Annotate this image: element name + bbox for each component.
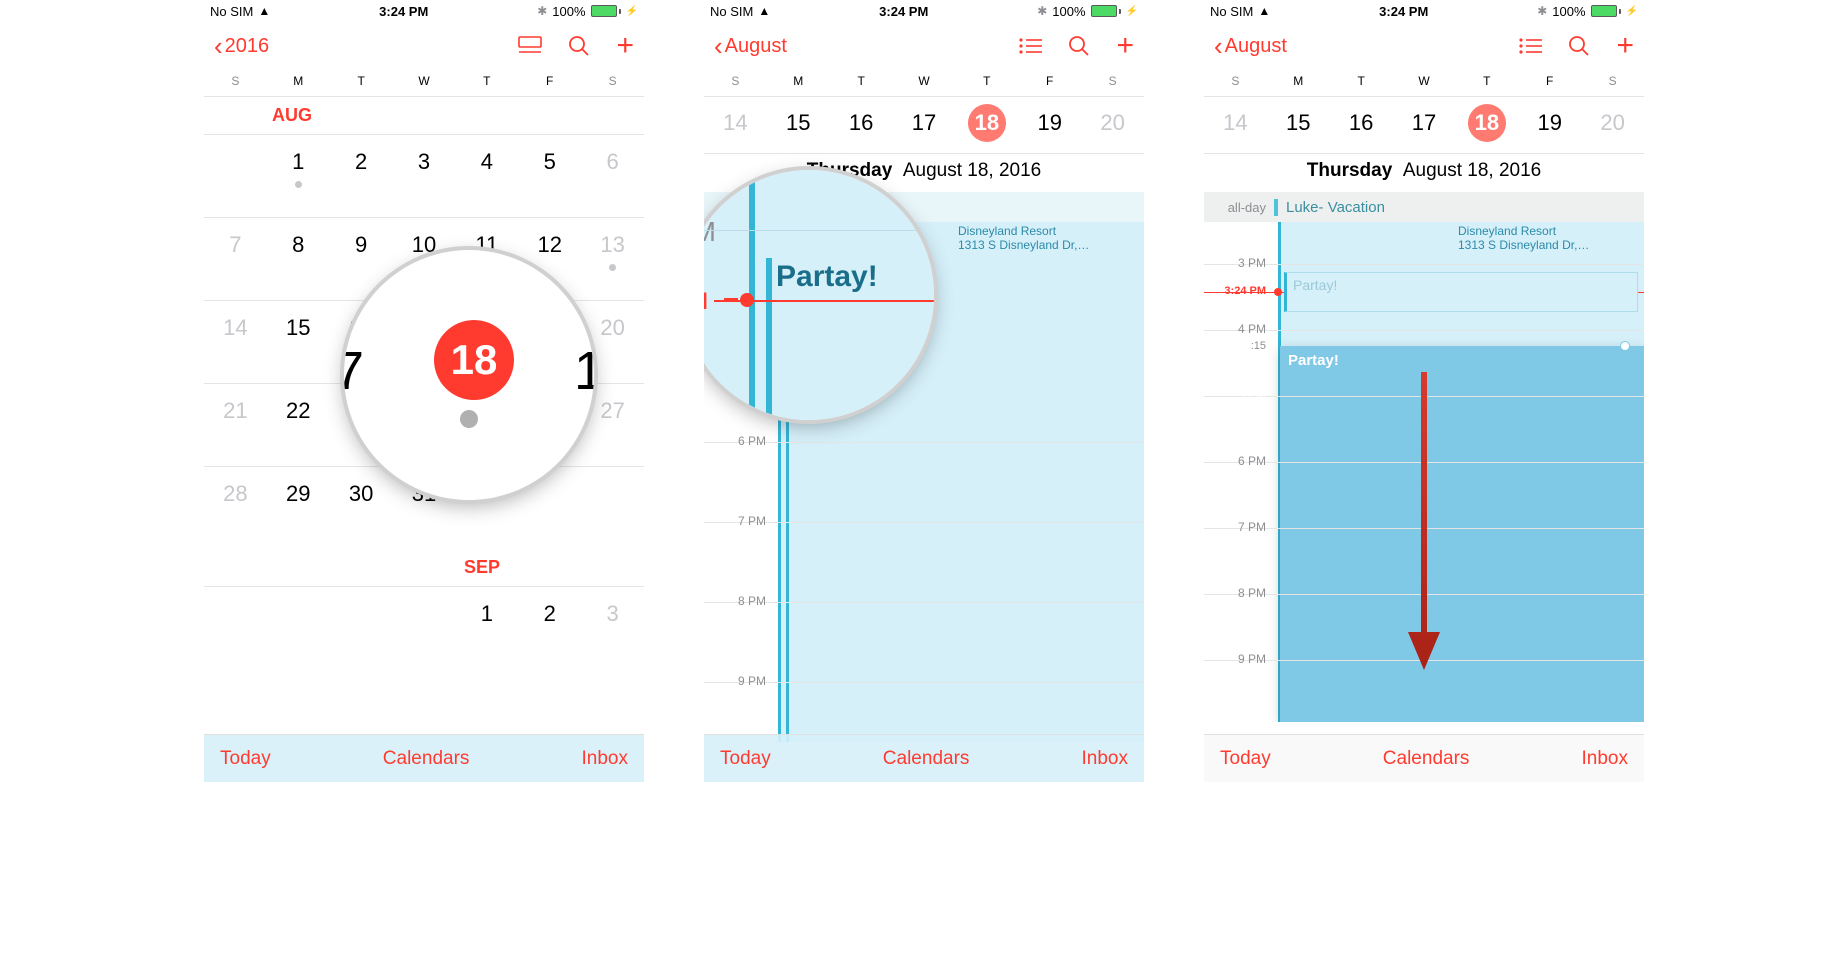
weekday-header: SMTWTFS: [204, 70, 644, 97]
battery-icon: [591, 5, 621, 17]
wifi-icon: ▲: [758, 4, 770, 18]
list-toggle-icon[interactable]: [1518, 37, 1542, 55]
back-button[interactable]: ‹August: [714, 35, 787, 58]
battery-pct: 100%: [552, 4, 585, 19]
chevron-left-icon: ‹: [1214, 36, 1223, 56]
back-button[interactable]: ‹2016: [214, 35, 269, 58]
day-timeline[interactable]: Disneyland Resort1313 S Disneyland Dr,… …: [1204, 222, 1644, 722]
weekday-header: SMTWTFS: [704, 70, 1144, 97]
back-button[interactable]: ‹August: [1214, 35, 1287, 58]
event-dragging[interactable]: Partay!: [1280, 346, 1644, 722]
back-label: August: [725, 35, 787, 58]
charging-icon: ⚡: [626, 6, 638, 17]
status-bar: No SIM▲ 3:24 PM ✱100%⚡: [704, 0, 1144, 22]
nav-bar: ‹2016 +: [204, 22, 644, 70]
drag-direction-arrow-icon: [1404, 372, 1444, 672]
charging-icon: ⚡: [1126, 6, 1138, 17]
weekday-header: SMTWTFS: [1204, 70, 1644, 97]
inbox-button[interactable]: Inbox: [582, 748, 628, 770]
inbox-button[interactable]: Inbox: [1582, 748, 1628, 770]
nav-bar: ‹August +: [1204, 22, 1644, 70]
day-selected[interactable]: 18: [1455, 103, 1518, 143]
day-1[interactable]: 1: [267, 135, 330, 217]
toolbar: Today Calendars Inbox: [1204, 734, 1644, 782]
event-location: Disneyland Resort1313 S Disneyland Dr,…: [1458, 224, 1638, 252]
today-button[interactable]: Today: [220, 748, 271, 770]
wifi-icon: ▲: [1258, 4, 1270, 18]
screen-day-drag: No SIM▲ 3:24 PM ✱100%⚡ ‹August + SMTWTFS…: [1204, 0, 1644, 782]
inbox-button[interactable]: Inbox: [1082, 748, 1128, 770]
bluetooth-icon: ✱: [1537, 4, 1547, 18]
drag-handle-icon[interactable]: [1620, 341, 1630, 351]
add-icon[interactable]: +: [1116, 29, 1134, 63]
event-ghost[interactable]: Partay!: [1284, 272, 1638, 312]
toolbar: Today Calendars Inbox: [704, 734, 1144, 782]
magnifier-loupe: PM Partay! PM: [704, 170, 934, 420]
search-icon[interactable]: [568, 35, 590, 57]
today-button[interactable]: Today: [1220, 748, 1271, 770]
status-time: 3:24 PM: [379, 4, 428, 19]
status-bar: No SIM ▲ 3:24 PM ✱ 100% ⚡: [204, 0, 644, 22]
calendars-button[interactable]: Calendars: [883, 748, 970, 770]
toolbar: Today Calendars Inbox: [204, 734, 644, 782]
month-label-sep[interactable]: SEP: [204, 549, 644, 587]
month-grid-sep: 123: [204, 587, 644, 669]
carrier-label: No SIM: [210, 4, 253, 19]
back-label: 2016: [225, 35, 270, 58]
screen-month-view: No SIM ▲ 3:24 PM ✱ 100% ⚡ ‹2016 + SMTWTFS A…: [204, 0, 644, 782]
allday-event[interactable]: Luke- Vacation: [1274, 199, 1644, 216]
charging-icon: ⚡: [1626, 6, 1638, 17]
allday-label: all-day: [1204, 200, 1274, 215]
day-strip: 14151617181920: [704, 97, 1144, 154]
event-location: Disneyland Resort1313 S Disneyland Dr,…: [958, 224, 1138, 252]
bluetooth-icon: ✱: [537, 4, 547, 18]
chevron-left-icon: ‹: [714, 36, 723, 56]
search-icon[interactable]: [1068, 35, 1090, 57]
calendars-button[interactable]: Calendars: [383, 748, 470, 770]
battery-icon: [1591, 5, 1621, 17]
chevron-left-icon: ‹: [214, 36, 223, 56]
quarter-hour-label: :15: [1204, 340, 1266, 352]
back-label: August: [1225, 35, 1287, 58]
calendars-button[interactable]: Calendars: [1383, 748, 1470, 770]
battery-icon: [1091, 5, 1121, 17]
day-strip: 14151617181920: [1204, 97, 1644, 154]
magnifier-loupe: 7 18 1: [344, 250, 594, 500]
list-toggle-icon[interactable]: [1018, 37, 1042, 55]
nav-bar: ‹August +: [704, 22, 1144, 70]
search-icon[interactable]: [1568, 35, 1590, 57]
add-icon[interactable]: +: [616, 29, 634, 63]
today-button[interactable]: Today: [720, 748, 771, 770]
date-title: Thursday August 18, 2016: [1204, 154, 1644, 192]
bluetooth-icon: ✱: [1037, 4, 1047, 18]
month-label-aug[interactable]: AUG: [204, 97, 644, 135]
status-bar: No SIM▲ 3:24 PM ✱100%⚡: [1204, 0, 1644, 22]
day-selected[interactable]: 18: [955, 103, 1018, 143]
screen-day-view: No SIM▲ 3:24 PM ✱100%⚡ ‹August + SMTWTFS…: [704, 0, 1144, 782]
add-icon[interactable]: +: [1616, 29, 1634, 63]
allday-row[interactable]: all-dayLuke- Vacation: [1204, 192, 1644, 222]
wifi-icon: ▲: [258, 4, 270, 18]
view-toggle-icon[interactable]: [518, 36, 542, 56]
